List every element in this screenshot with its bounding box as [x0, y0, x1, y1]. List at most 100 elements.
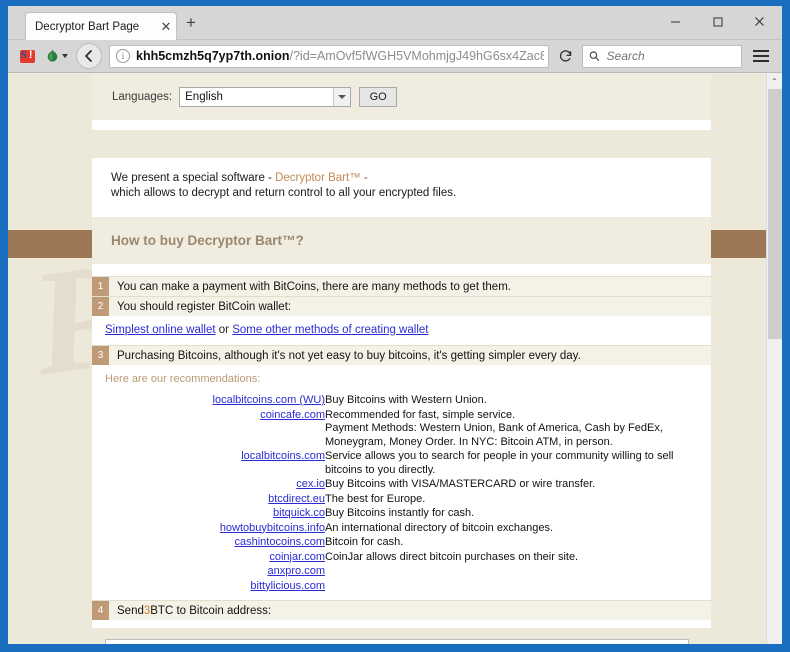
recommendation-description-cell: The best for Europe. [325, 492, 426, 505]
recommendation-site-cell: btcdirect.eu [92, 493, 325, 508]
step-number: 1 [92, 277, 109, 296]
language-bar: Languages: English GO [92, 73, 711, 120]
recommendation-row: coincafe.com Recommended for fast, simple… [92, 409, 711, 451]
menu-icon[interactable] [746, 43, 776, 69]
recommendation-site-link[interactable]: howtobuybitcoins.info [220, 522, 325, 534]
spacer [92, 620, 711, 628]
stumbleupon-icon[interactable] [14, 44, 40, 68]
recommendation-site-cell: bittylicious.com [92, 580, 325, 595]
banner-spacer [92, 130, 711, 158]
page-scrollbar[interactable]: ⌃ [766, 73, 782, 644]
go-button[interactable]: GO [359, 86, 398, 107]
recommendation-row: localbitcoins.com Service allows you to s… [92, 450, 711, 478]
browser-window: Decryptor Bart Page ✕ + S ! i khh5cmzh5q… [0, 0, 790, 652]
recommendation-site-link[interactable]: btcdirect.eu [268, 493, 325, 505]
recommendation-site-link[interactable]: coinjar.com [269, 551, 325, 563]
step-text: You should register BitCoin wallet: [109, 297, 711, 316]
language-label: Languages: [112, 90, 173, 103]
navigation-bar: i khh5cmzh5q7yp7th.onion/?id=AmOvf5fWGH5… [8, 40, 782, 73]
browser-tab[interactable]: Decryptor Bart Page ✕ [25, 12, 177, 40]
recommendation-site-link[interactable]: anxpro.com [268, 565, 325, 577]
url-text: khh5cmzh5q7yp7th.onion/?id=AmOvf5fWGH5VM… [136, 49, 544, 63]
site-info-icon[interactable]: i [116, 49, 130, 63]
recommendation-site-link[interactable]: coincafe.com [260, 409, 325, 421]
scroll-up-arrow[interactable]: ⌃ [767, 73, 782, 89]
language-select[interactable]: English [179, 86, 352, 107]
recommendation-row: coinjar.com CoinJar allows direct bitcoin… [92, 551, 711, 566]
recommendations-table: localbitcoins.com (WU) Buy Bitcoins with … [92, 394, 711, 594]
recommendations-section: Here are our recommendations: localbitco… [92, 365, 711, 600]
recommendation-row: cashintocoins.com Bitcoin for cash. [92, 536, 711, 551]
scrollbar-thumb[interactable] [768, 89, 782, 339]
recommendation-site-link[interactable]: cex.io [296, 478, 325, 490]
recommendation-row: anxpro.com [92, 565, 711, 580]
step-number: 3 [92, 346, 109, 365]
scrollbar-track[interactable] [768, 339, 782, 644]
recommendation-description-cell: Recommended for fast, simple service. Pay… [325, 408, 663, 448]
extension-icons [14, 44, 71, 68]
recommendation-row: bitquick.co Buy Bitcoins instantly for ca… [92, 507, 711, 522]
recommendation-site-cell: howtobuybitcoins.info [92, 522, 325, 537]
recommendation-description-cell [325, 580, 711, 595]
product-name: Decryptor Bart™ [275, 172, 361, 184]
recommendation-description-cell [325, 565, 711, 580]
recommendation-description-cell: CoinJar allows direct bitcoin purchases … [325, 550, 579, 563]
language-selected-value: English [185, 90, 223, 103]
recommendation-description-cell: Buy Bitcoins instantly for cash. [325, 507, 475, 519]
recommendation-row: howtobuybitcoins.info An international di… [92, 522, 711, 537]
spacer [92, 120, 711, 130]
tab-bar: Decryptor Bart Page ✕ + [8, 6, 782, 40]
recommendation-site-link[interactable]: localbitcoins.com [241, 450, 325, 462]
step-row: 1 You can make a payment with BitCoins, … [92, 276, 711, 296]
step-text: Purchasing Bitcoins, although it's not y… [109, 346, 711, 365]
minimize-button[interactable] [654, 7, 696, 35]
recommendation-site-cell: localbitcoins.com [92, 450, 325, 478]
step-row: 4 Send 3 BTC to Bitcoin address: [92, 600, 711, 620]
page-viewport: P C R Decryptor Bart™ Languages: English… [8, 73, 782, 644]
page-content: Languages: English GO We present a speci… [92, 73, 711, 644]
howto-section-header: How to buy Decryptor Bart™? [92, 217, 711, 264]
recommendation-site-cell: coinjar.com [92, 551, 325, 566]
recommendation-row: bittylicious.com [92, 580, 711, 595]
search-box[interactable] [582, 44, 742, 68]
bitcoin-address-field[interactable]: 1GRSGPTv6PxwduM5u74idrtex5vsRV7LcG [105, 639, 689, 644]
send-prefix: Send [117, 604, 144, 617]
tab-title: Decryptor Bart Page [35, 20, 140, 33]
maximize-button[interactable] [696, 7, 738, 35]
intro-text: We present a special software - Decrypto… [92, 158, 711, 217]
recommendation-site-link[interactable]: bitquick.co [273, 507, 325, 519]
recommendation-site-cell: cashintocoins.com [92, 536, 326, 551]
url-bar[interactable]: i khh5cmzh5q7yp7th.onion/?id=AmOvf5fWGH5… [109, 44, 549, 68]
send-suffix: BTC to Bitcoin address: [150, 604, 272, 617]
recommendation-site-link[interactable]: bittylicious.com [250, 580, 325, 592]
recommendation-site-link[interactable]: cashintocoins.com [235, 536, 326, 548]
step-row: 2 You should register BitCoin wallet: [92, 296, 711, 316]
other-wallet-methods-link[interactable]: Some other methods of creating wallet [232, 324, 428, 336]
recommendation-row: localbitcoins.com (WU) Buy Bitcoins with … [92, 394, 711, 409]
search-input[interactable] [604, 48, 735, 64]
back-button[interactable] [76, 43, 102, 69]
recommendation-site-cell: localbitcoins.com (WU) [92, 394, 325, 409]
reload-icon[interactable] [553, 45, 579, 68]
link-separator: or [215, 324, 233, 336]
step-number: 2 [92, 297, 109, 316]
tab-close-icon[interactable]: ✕ [156, 20, 176, 33]
url-host: khh5cmzh5q7yp7th.onion [136, 49, 290, 63]
new-tab-button[interactable]: + [186, 14, 196, 31]
intro-line-2: which allows to decrypt and return contr… [111, 187, 457, 199]
recommendations-title: Here are our recommendations: [105, 373, 261, 385]
close-button[interactable] [738, 7, 780, 35]
recommendation-site-cell: coincafe.com [92, 409, 325, 451]
recommendation-row: cex.io Buy Bitcoins with VISA/MASTERCARD … [92, 478, 711, 493]
recommendation-description-cell: An international directory of bitcoin ex… [325, 521, 554, 534]
window-controls [654, 6, 780, 36]
step-row: 3 Purchasing Bitcoins, although it's not… [92, 345, 711, 365]
step-text: Send 3 BTC to Bitcoin address: [109, 601, 711, 620]
chevron-down-icon[interactable] [333, 87, 351, 106]
onion-icon[interactable] [42, 48, 71, 64]
recommendation-site-link[interactable]: localbitcoins.com (WU) [213, 394, 325, 406]
intro-suffix: - [360, 172, 368, 184]
recommendation-site-cell: anxpro.com [92, 565, 325, 580]
simplest-online-wallet-link[interactable]: Simplest online wallet [105, 324, 216, 336]
browser-window-inner: Decryptor Bart Page ✕ + S ! i khh5cmzh5q… [8, 6, 782, 644]
